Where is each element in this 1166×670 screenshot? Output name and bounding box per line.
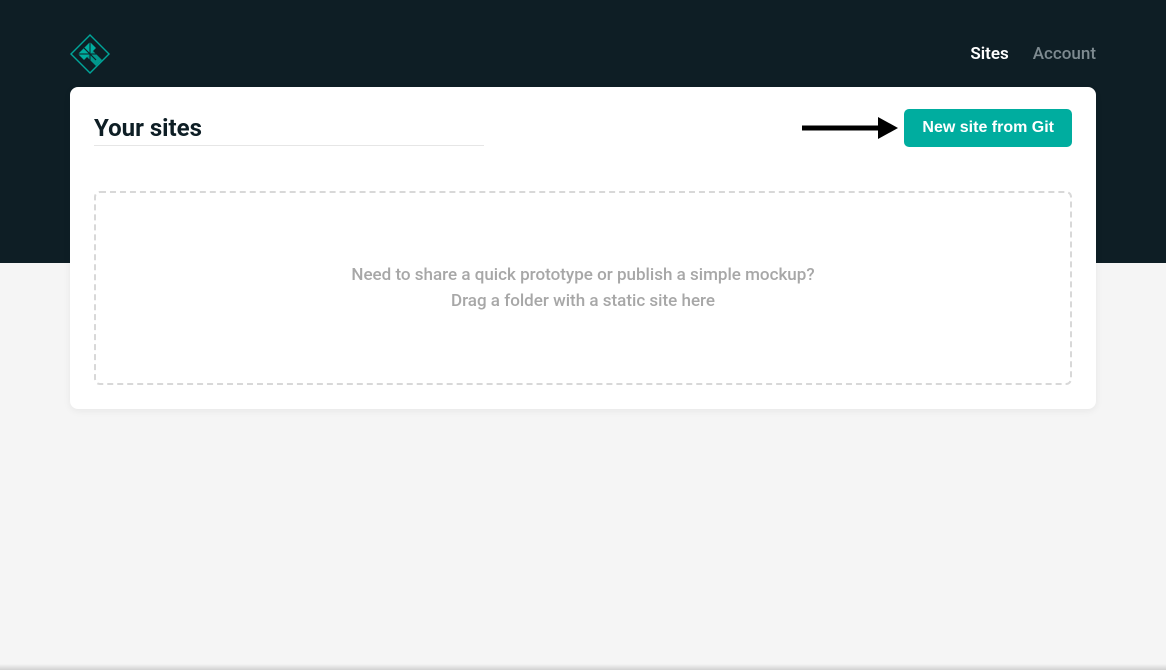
top-header: Sites Account: [0, 0, 1166, 87]
netlify-logo[interactable]: [70, 34, 110, 74]
sites-card: Your sites New site from Git Need to sha…: [70, 87, 1096, 409]
deploy-dropzone[interactable]: Need to share a quick prototype or publi…: [94, 191, 1072, 385]
nav-sites[interactable]: Sites: [970, 44, 1008, 64]
dropzone-line1: Need to share a quick prototype or publi…: [351, 262, 814, 288]
dropzone-line2: Drag a folder with a static site here: [451, 288, 715, 314]
bottom-shadow: [0, 664, 1166, 670]
netlify-logo-icon: [70, 34, 110, 74]
title-underline: [94, 145, 484, 146]
card-header: Your sites New site from Git: [94, 109, 1072, 147]
page-title: Your sites: [94, 114, 202, 142]
top-nav: Sites Account: [970, 44, 1096, 64]
new-site-from-git-button[interactable]: New site from Git: [904, 109, 1072, 147]
content-wrapper: Your sites New site from Git Need to sha…: [70, 87, 1096, 409]
nav-account[interactable]: Account: [1033, 44, 1096, 64]
